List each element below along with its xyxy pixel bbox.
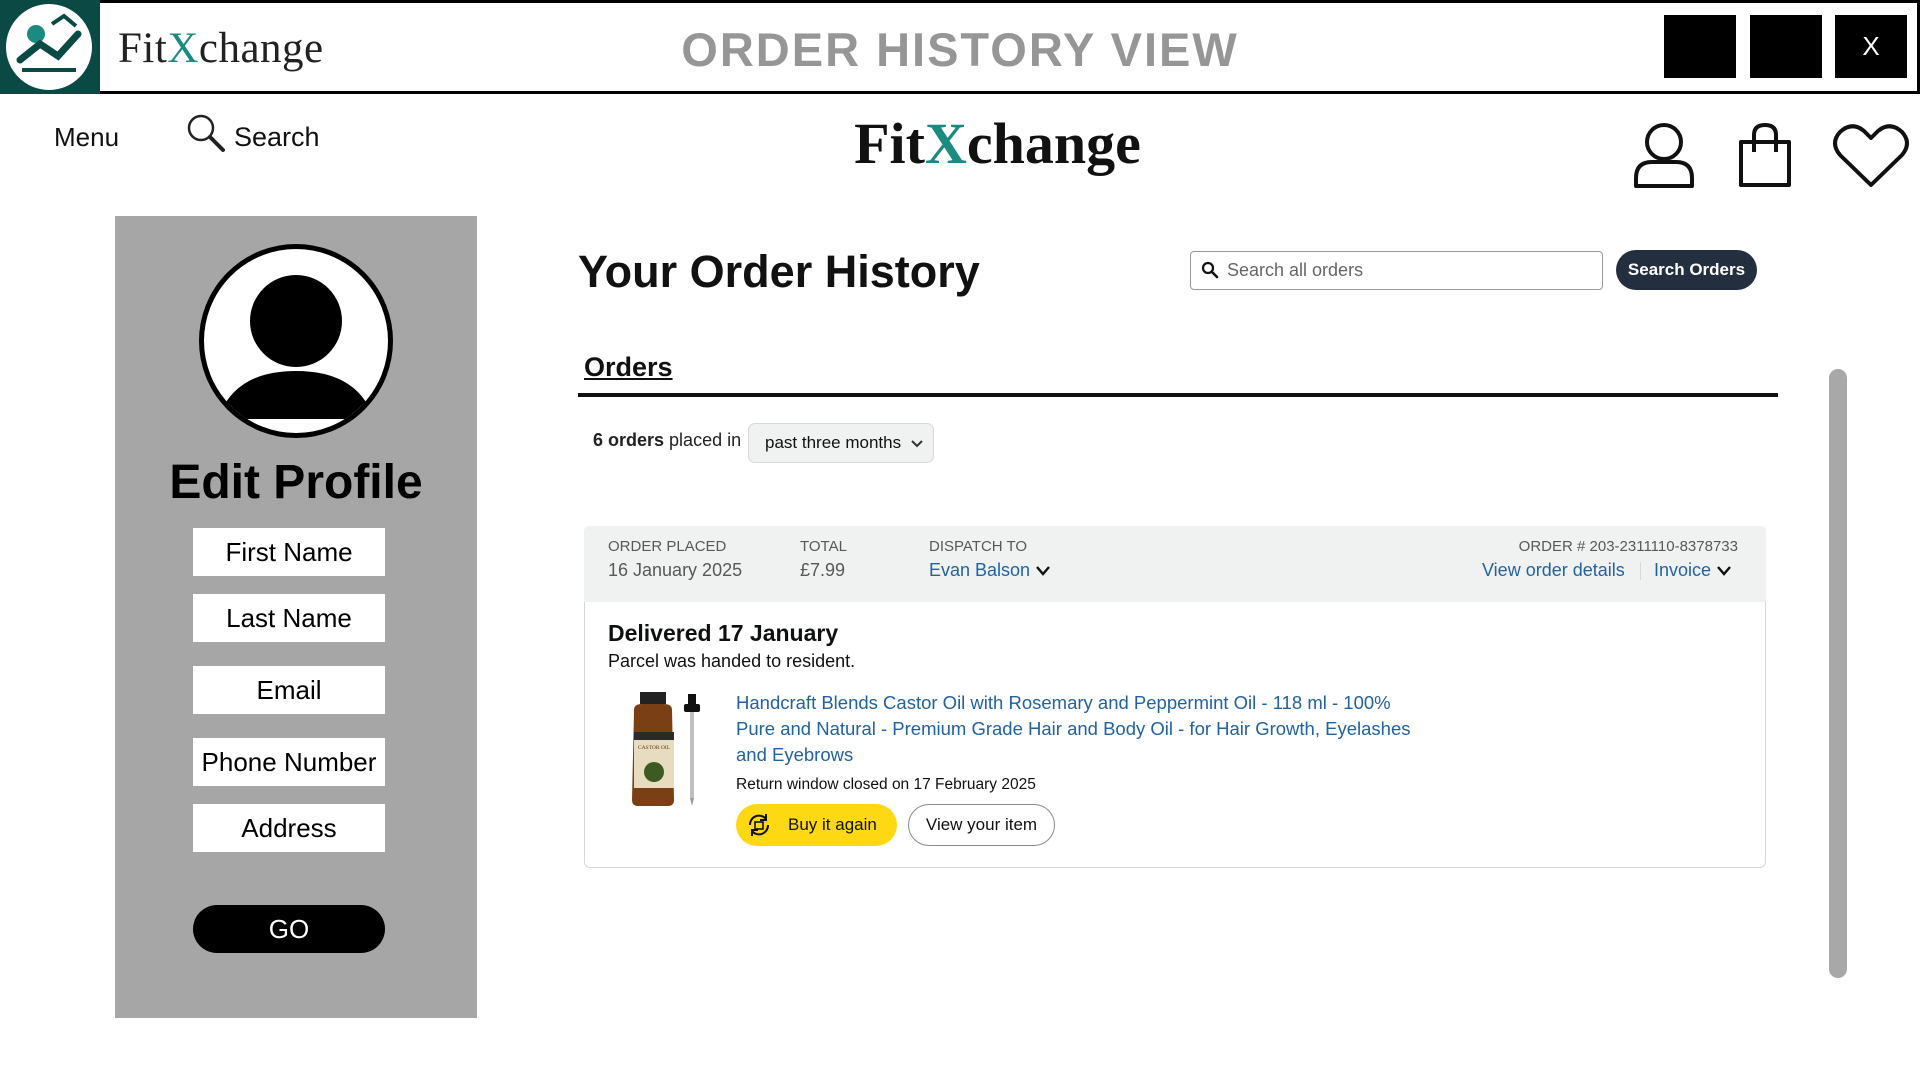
bottle-label: CASTOR OIL — [638, 745, 671, 751]
order-number: ORDER # 203-2311110-8378733 — [1518, 538, 1738, 555]
view-order-details-link[interactable]: View order details — [1482, 560, 1625, 581]
shopping-bag-icon[interactable] — [1736, 122, 1794, 193]
address-field[interactable]: Address — [193, 804, 385, 852]
order-placed-value: 16 January 2025 — [608, 560, 743, 580]
edit-profile-title: Edit Profile — [169, 456, 423, 509]
search-orders-input[interactable]: Search all orders — [1190, 251, 1603, 290]
close-button[interactable]: X — [1835, 15, 1907, 78]
product-image[interactable]: CASTOR OIL — [620, 688, 710, 808]
heart-icon[interactable] — [1832, 123, 1910, 194]
reorder-icon — [744, 810, 774, 840]
go-button[interactable]: GO — [193, 905, 385, 953]
chevron-down-icon — [911, 433, 923, 453]
phone-number-field[interactable]: Phone Number — [193, 738, 385, 786]
view-item-button[interactable]: View your item — [908, 804, 1055, 846]
window-title: ORDER HISTORY VIEW — [681, 23, 1239, 76]
first-name-field[interactable]: First Name — [193, 528, 385, 576]
scrollbar[interactable] — [1829, 369, 1847, 978]
product-title-link[interactable]: Handcraft Blends Castor Oil with Rosemar… — [736, 690, 1416, 768]
search-icon — [1201, 261, 1219, 284]
search-placeholder: Search all orders — [1227, 260, 1364, 280]
user-icon[interactable] — [1632, 120, 1696, 193]
search-orders-button[interactable]: Search Orders — [1616, 250, 1757, 290]
dispatch-name: Evan Balson — [929, 560, 1031, 580]
dispatch-to-dropdown[interactable]: Evan Balson — [929, 560, 1050, 581]
time-range-select[interactable]: past three months — [748, 423, 934, 463]
invoice-label: Invoice — [1654, 560, 1712, 580]
total-value: £7.99 — [800, 560, 846, 580]
time-range-value: past three months — [765, 433, 902, 452]
delivery-note: Parcel was handed to resident. — [608, 651, 856, 671]
return-window-note: Return window closed on 17 February 2025 — [736, 776, 1036, 793]
total-label: TOTAL — [800, 538, 847, 555]
dispatch-label: DISPATCH TO — [929, 538, 1028, 555]
orders-count: 6 orders placed in — [593, 430, 742, 450]
delivery-status: Delivered 17 January — [608, 620, 839, 646]
buy-again-label: Buy it again — [788, 815, 877, 834]
last-name-field[interactable]: Last Name — [193, 594, 385, 642]
maximize-button[interactable] — [1750, 15, 1822, 78]
order-placed-label: ORDER PLACED — [608, 538, 727, 555]
chevron-down-icon — [1036, 560, 1050, 581]
invoice-dropdown[interactable]: Invoice — [1654, 560, 1731, 581]
tab-orders[interactable]: Orders — [584, 352, 673, 383]
avatar[interactable] — [199, 244, 393, 438]
link-divider — [1640, 562, 1641, 580]
page-title: Your Order History — [578, 246, 980, 297]
chevron-down-icon — [1717, 560, 1731, 581]
buy-again-button[interactable]: Buy it again — [736, 804, 897, 846]
email-field[interactable]: Email — [193, 666, 385, 714]
minimize-button[interactable] — [1664, 15, 1736, 78]
tab-divider — [578, 393, 1778, 397]
